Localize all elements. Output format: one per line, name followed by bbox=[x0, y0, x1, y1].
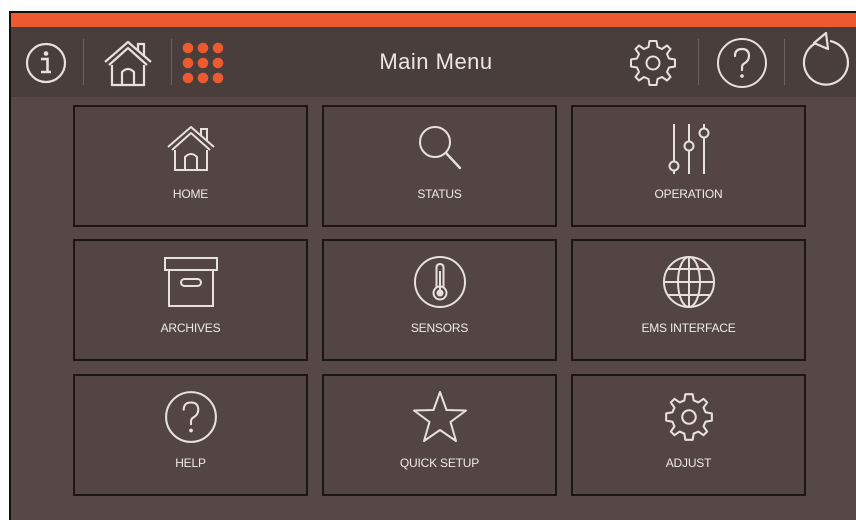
info-icon bbox=[25, 42, 67, 84]
tile-label: HOME bbox=[172, 187, 209, 201]
tile-home[interactable]: HOME bbox=[73, 105, 308, 227]
info-button[interactable] bbox=[21, 35, 71, 91]
archive-box-icon bbox=[163, 257, 218, 307]
globe-icon bbox=[662, 256, 715, 308]
menu-grid-button[interactable] bbox=[177, 35, 229, 91]
tile-label: SENSORS bbox=[410, 321, 469, 335]
tile-sensors[interactable]: SENSORS bbox=[322, 239, 557, 361]
toolbar-separator bbox=[171, 39, 172, 85]
tile-label: ARCHIVES bbox=[160, 321, 221, 335]
gear-icon bbox=[664, 393, 713, 441]
settings-button[interactable] bbox=[621, 35, 685, 91]
tile-label: OPERATION bbox=[654, 187, 723, 201]
help-button[interactable] bbox=[711, 35, 773, 91]
tile-label: QUICK SETUP bbox=[399, 456, 480, 470]
toolbar-separator bbox=[83, 39, 84, 85]
gear-icon bbox=[630, 40, 676, 86]
home-icon bbox=[104, 40, 152, 87]
tile-adjust[interactable]: ADJUST bbox=[571, 374, 806, 496]
help-icon bbox=[717, 38, 767, 88]
tile-label: STATUS bbox=[417, 187, 462, 201]
tile-archives[interactable]: ARCHIVES bbox=[73, 239, 308, 361]
main-menu-screen: Main Menu HOME STATUS OPERATION ARCHIVES… bbox=[9, 11, 856, 520]
grid-menu-icon bbox=[182, 42, 224, 84]
tile-label: ADJUST bbox=[665, 456, 712, 470]
sliders-icon bbox=[668, 124, 709, 174]
accent-bar bbox=[11, 13, 856, 27]
tile-ems-interface[interactable]: EMS INTERFACE bbox=[571, 239, 806, 361]
toolbar-separator bbox=[784, 39, 785, 85]
home-icon bbox=[166, 126, 215, 171]
back-button[interactable] bbox=[795, 31, 856, 87]
tile-help[interactable]: HELP bbox=[73, 374, 308, 496]
tile-quick-setup[interactable]: QUICK SETUP bbox=[322, 374, 557, 496]
tile-status[interactable]: STATUS bbox=[322, 105, 557, 227]
home-button[interactable] bbox=[97, 35, 159, 91]
help-icon bbox=[164, 391, 217, 443]
tile-label: HELP bbox=[175, 456, 206, 470]
tile-label: EMS INTERFACE bbox=[641, 321, 736, 335]
toolbar-separator bbox=[698, 39, 699, 85]
search-icon bbox=[418, 126, 461, 170]
tile-operation[interactable]: OPERATION bbox=[571, 105, 806, 227]
thermometer-icon bbox=[413, 256, 466, 308]
back-icon bbox=[802, 31, 850, 86]
star-icon bbox=[412, 391, 467, 442]
page-title: Main Menu bbox=[379, 49, 493, 74]
